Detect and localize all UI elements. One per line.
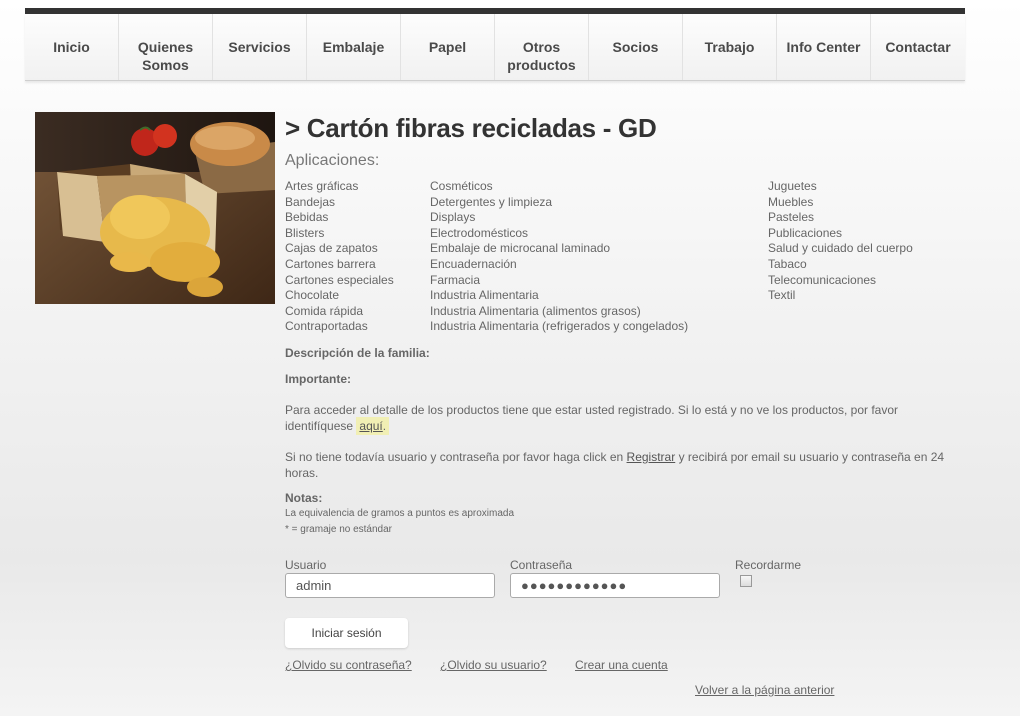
access-paragraph: Para acceder al detalle de los productos… [285,402,955,435]
application-item: Bandejas [285,194,336,209]
application-item: Publicaciones [768,225,843,240]
page-title: > Cartón fibras recicladas - GD [285,113,657,143]
nav-inicio[interactable]: Inicio [25,14,119,80]
nav-contactar[interactable]: Contactar [871,14,965,80]
create-account-link[interactable]: Crear una cuenta [575,658,668,672]
family-description-label: Descripción de la familia: [285,346,430,360]
application-item: Tabaco [768,256,807,271]
password-input[interactable] [510,573,720,598]
login-here-link[interactable]: aquí [359,419,382,433]
forgot-password-link[interactable]: ¿Olvido su contraseña? [285,658,412,672]
forgot-username-link[interactable]: ¿Olvido su usuario? [440,658,547,672]
note-nonstandard: * = gramaje no estándar [285,524,393,535]
application-item: Electrodomésticos [430,225,529,240]
application-item: Textil [768,288,796,303]
application-item: Encuadernación [430,256,517,271]
nav-socios[interactable]: Socios [589,14,683,80]
username-label: Usuario [285,558,327,572]
applications-column-2: Cosméticos Detergentes y limpieza Displa… [430,179,688,335]
application-item: Farmacia [430,272,481,287]
note-grams: La equivalencia de gramos a puntos es ap… [285,508,515,519]
password-label: Contraseña [510,558,573,572]
login-button[interactable]: Iniciar sesión [285,618,408,648]
nav-otros-productos[interactable]: Otros productos [495,14,589,80]
application-item: Muebles [768,194,814,209]
application-item: Industria Alimentaria (refrigerados y co… [430,319,689,334]
register-link[interactable]: Registrar [627,450,676,464]
application-item: Comida rápida [285,303,364,318]
access-link-highlight: aquí. [356,417,390,435]
application-item: Embalaje de microcanal laminado [430,241,611,256]
application-item: Industria Alimentaria (alimentos grasos) [430,303,641,318]
important-label: Importante: [285,372,351,386]
nav-quienes-somos[interactable]: Quienes Somos [119,14,213,80]
remember-label: Recordarme [735,558,802,572]
application-item: Bebidas [285,210,329,225]
application-item: Juguetes [768,179,817,193]
product-image [35,112,275,304]
remember-checkbox[interactable] [740,575,752,587]
application-item: Pasteles [768,210,815,225]
nav-info-center[interactable]: Info Center [777,14,871,80]
access-suffix: . [382,419,387,433]
application-item: Salud y cuidado del cuerpo [768,241,913,256]
application-item: Cartones especiales [285,272,394,287]
applications-heading: Aplicaciones: [285,152,380,169]
applications-column-3: Juguetes Muebles Pasteles Publicaciones … [768,179,913,304]
register-prefix: Si no tiene todavía usuario y contraseña… [285,450,624,464]
back-link[interactable]: Volver a la página anterior [695,683,834,697]
main-nav: Inicio Quienes Somos Servicios Embalaje … [25,14,965,81]
username-input[interactable] [285,573,495,598]
application-item: Telecomunicaciones [768,272,877,287]
application-item: Cartones barrera [285,256,376,271]
application-item: Blisters [285,225,325,240]
application-item: Artes gráficas [285,179,359,193]
nav-embalaje[interactable]: Embalaje [307,14,401,80]
register-paragraph: Si no tiene todavía usuario y contraseña… [285,449,955,481]
nav-trabajo[interactable]: Trabajo [683,14,777,80]
applications-column-1: Artes gráficas Bandejas Bebidas Blisters… [285,179,394,335]
nav-papel[interactable]: Papel [401,14,495,80]
application-item: Cajas de zapatos [285,241,378,256]
application-item: Industria Alimentaria [430,288,539,303]
application-item: Chocolate [285,288,340,303]
application-item: Detergentes y limpieza [430,194,553,209]
application-item: Cosméticos [430,179,493,193]
nav-servicios[interactable]: Servicios [213,14,307,80]
application-item: Contraportadas [285,319,368,334]
application-item: Displays [430,210,476,225]
notes-label: Notas: [285,491,323,505]
